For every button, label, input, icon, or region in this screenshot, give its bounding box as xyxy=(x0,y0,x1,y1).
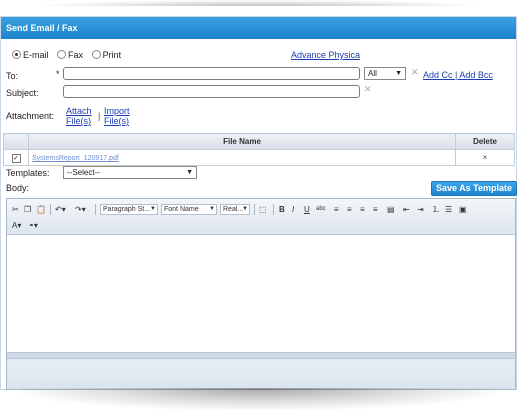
indent-icon[interactable]: ⇥ xyxy=(417,204,424,215)
save-as-template-button[interactable]: Save As Template xyxy=(431,181,517,196)
justify-icon[interactable]: ≡ xyxy=(373,204,378,215)
templates-select[interactable]: --Select-- ▼ xyxy=(63,166,197,179)
dialog-shadow-bottom xyxy=(20,388,497,410)
mode-radio-group: E-mail Fax Print xyxy=(12,50,121,60)
editor-resize-strip[interactable] xyxy=(7,353,515,359)
row-checkbox[interactable]: ✓ xyxy=(11,153,21,163)
to-label: To: xyxy=(6,71,19,81)
highlight-color-icon[interactable]: ◓▾ xyxy=(29,220,38,231)
editor-status-bar xyxy=(7,352,515,389)
send-email-fax-dialog: Send Email / Fax E-mail Fax Print Advanc… xyxy=(0,16,517,390)
file-name-cell: SystemsReport_120917.pdf xyxy=(28,149,456,166)
chevron-down-icon: ▼ xyxy=(150,206,156,212)
import-files-link[interactable]: Import File(s) xyxy=(104,106,136,126)
copy-icon[interactable]: ❐ xyxy=(24,204,31,215)
templates-label: Templates: xyxy=(6,168,50,178)
toolbar-separator xyxy=(95,204,96,215)
attachments-table: File Name Delete ✓ SystemsReport_120917.… xyxy=(3,133,515,166)
bold-icon[interactable]: B xyxy=(279,204,285,215)
delete-cell: × xyxy=(455,149,515,166)
table-row: ✓ SystemsReport_120917.pdf × xyxy=(3,149,515,166)
radio-print-circle[interactable] xyxy=(91,50,101,59)
dialog-title: Send Email / Fax xyxy=(1,17,516,39)
font-size-select[interactable]: Real... ▼ xyxy=(220,204,250,215)
subject-label: Subject: xyxy=(6,88,39,98)
recipient-select-value: All xyxy=(368,69,377,78)
dialog-shadow-top xyxy=(30,0,487,6)
ordered-list-icon[interactable]: ⒈ xyxy=(432,204,440,215)
clear-to-icon[interactable]: ✕ xyxy=(411,67,419,78)
chevron-down-icon: ▼ xyxy=(186,169,193,176)
attach-files-link[interactable]: Attach File(s) xyxy=(66,106,98,126)
underline-icon[interactable]: U xyxy=(304,204,310,215)
cut-icon[interactable]: ✂ xyxy=(12,204,19,215)
attachments-header-row: File Name Delete xyxy=(3,133,515,150)
toolbar-separator xyxy=(273,204,274,215)
select-column-header xyxy=(3,133,29,150)
row-checkbox-cell: ✓ xyxy=(3,149,29,166)
font-name-select[interactable]: Font Name ▼ xyxy=(161,204,217,215)
subject-input[interactable] xyxy=(63,85,360,98)
strikethrough-icon[interactable]: abc xyxy=(316,204,326,215)
toolbar-separator xyxy=(50,204,51,215)
radio-fax-label: Fax xyxy=(68,50,84,60)
radio-email-circle[interactable] xyxy=(12,50,21,59)
clear-subject-icon[interactable]: ✕ xyxy=(364,84,372,95)
justify-full-icon[interactable]: ▤ xyxy=(387,204,395,215)
redo-icon[interactable]: ↷▾ xyxy=(75,204,86,215)
bullet-list-icon[interactable]: ☰ xyxy=(445,204,452,215)
align-center-icon[interactable]: ≡ xyxy=(347,204,352,215)
attachment-label: Attachment: xyxy=(6,111,55,121)
file-name-column-header: File Name xyxy=(28,133,456,150)
delete-column-header: Delete xyxy=(455,133,515,150)
chevron-down-icon: ▼ xyxy=(395,70,402,77)
align-left-icon[interactable]: ≡ xyxy=(334,204,339,215)
chevron-down-icon: ▼ xyxy=(209,206,215,212)
editor-toolbar: ✂ ❐ 📋 ↶▾ ↷▾ Paragraph St... ▼ Font Name ▼ … xyxy=(7,199,515,235)
undo-icon[interactable]: ↶▾ xyxy=(55,204,66,215)
font-name-value: Font Name xyxy=(164,206,199,213)
font-color-icon[interactable]: A▾ xyxy=(12,220,21,231)
insert-image-icon[interactable]: ▣ xyxy=(459,204,467,215)
font-size-value: Real... xyxy=(223,206,244,213)
to-input[interactable] xyxy=(63,67,360,80)
recipient-select[interactable]: All ▼ xyxy=(364,67,406,80)
radio-fax-circle[interactable] xyxy=(57,50,67,59)
attach-separator: | xyxy=(98,111,101,121)
radio-print-label: Print xyxy=(102,50,122,60)
align-right-icon[interactable]: ≡ xyxy=(360,204,365,215)
body-label: Body: xyxy=(6,183,30,193)
advance-link[interactable]: Advance Physica xyxy=(291,50,360,60)
paragraph-style-value: Paragraph St... xyxy=(103,206,151,213)
outdent-icon[interactable]: ⇤ xyxy=(403,204,410,215)
editor-content-area[interactable] xyxy=(7,235,515,351)
templates-select-value: --Select-- xyxy=(67,168,100,177)
file-name-link[interactable]: SystemsReport_120917.pdf xyxy=(32,155,119,162)
select-all-icon[interactable]: ⬚ xyxy=(259,204,267,215)
delete-icon[interactable]: × xyxy=(483,153,488,162)
radio-print[interactable]: Print xyxy=(91,50,122,60)
to-required-mark: * xyxy=(56,69,60,79)
radio-fax[interactable]: Fax xyxy=(57,50,83,60)
paragraph-style-select[interactable]: Paragraph St... ▼ xyxy=(100,204,158,215)
italic-icon[interactable]: I xyxy=(292,204,294,215)
body-editor: ✂ ❐ 📋 ↶▾ ↷▾ Paragraph St... ▼ Font Name ▼ … xyxy=(6,198,516,390)
radio-email[interactable]: E-mail xyxy=(12,50,49,60)
add-cc-bcc-link[interactable]: Add Cc | Add Bcc xyxy=(423,70,493,80)
toolbar-separator xyxy=(254,204,255,215)
paste-icon[interactable]: 📋 xyxy=(36,204,46,215)
chevron-down-icon: ▼ xyxy=(242,206,248,212)
radio-email-label: E-mail xyxy=(23,50,49,60)
